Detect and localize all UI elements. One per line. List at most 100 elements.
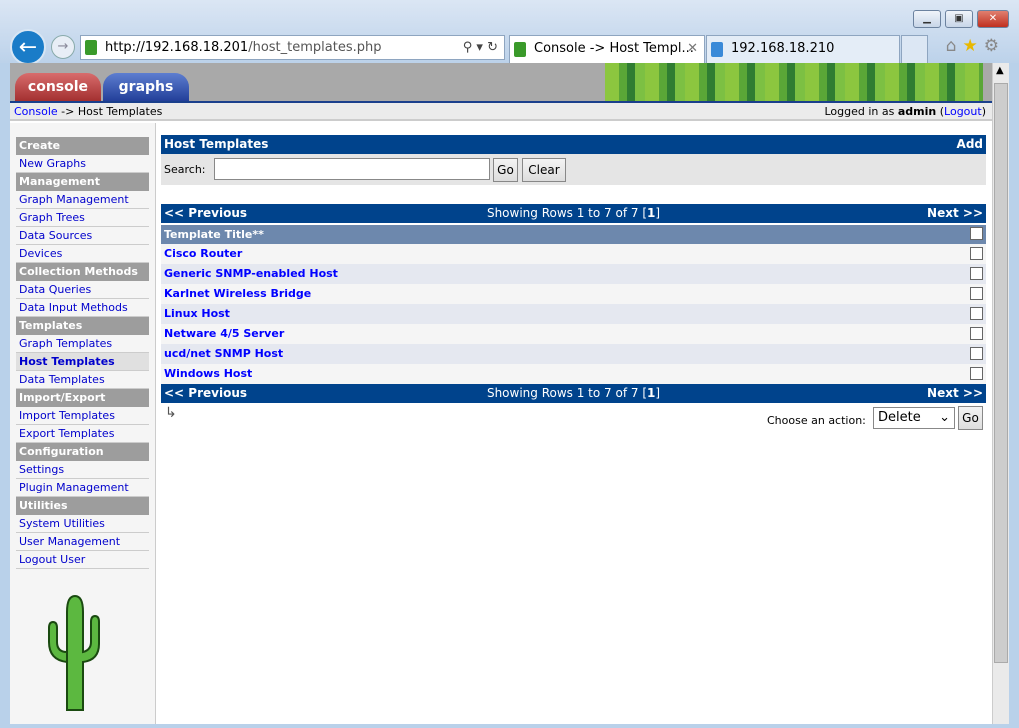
sidebar-header-templates: Templates (16, 317, 149, 335)
url-path: /host_templates.php (248, 40, 382, 55)
arrow-down-right-icon: ↳ (165, 405, 177, 421)
search-input[interactable] (214, 158, 490, 180)
row-checkbox[interactable] (970, 347, 983, 360)
breadcrumb-console-link[interactable]: Console (14, 105, 58, 118)
select-all-checkbox[interactable] (970, 227, 983, 240)
toolbar-icons[interactable]: ⌂★⚙ (946, 36, 1005, 56)
back-button[interactable]: ← (10, 29, 46, 65)
vertical-scrollbar[interactable]: ▲ (992, 63, 1009, 724)
sidebar-item-user-management[interactable]: User Management (16, 533, 149, 551)
row-checkbox[interactable] (970, 287, 983, 300)
sidebar-item-graph-management[interactable]: Graph Management (16, 191, 149, 209)
forward-button[interactable]: → (51, 35, 75, 59)
table-row: Generic SNMP-enabled Host (161, 264, 986, 284)
favicon-icon (711, 42, 723, 57)
page: console graphs Console -> Host Templates… (10, 63, 992, 724)
scrollbar-thumb[interactable] (994, 83, 1008, 663)
sidebar-item-host-templates[interactable]: Host Templates (16, 353, 149, 371)
favorites-star-icon[interactable]: ★ (963, 36, 984, 56)
next-link[interactable]: Next >> (927, 204, 983, 223)
clear-button[interactable]: Clear (522, 158, 566, 182)
action-value: Delete (878, 410, 921, 425)
sidebar-item-data-templates[interactable]: Data Templates (16, 371, 149, 389)
breadcrumb-current: Host Templates (77, 105, 163, 118)
login-status: Logged in as admin (Logout) (824, 105, 986, 118)
row-checkbox[interactable] (970, 327, 983, 340)
close-window-button[interactable]: ✕ (977, 10, 1009, 28)
url-host: http://192.168.18.201 (105, 40, 249, 55)
sidebar: Create New Graphs Management Graph Manageme… (10, 123, 156, 724)
banner: console graphs (10, 63, 992, 101)
action-go-button[interactable]: Go (958, 406, 983, 430)
address-bar[interactable]: http://192.168.18.201/host_templates.php… (80, 35, 505, 60)
next-link[interactable]: Next >> (927, 384, 983, 403)
row-checkbox[interactable] (970, 367, 983, 380)
home-icon[interactable]: ⌂ (946, 36, 963, 56)
favicon-icon (514, 42, 526, 57)
table-row: Cisco Router (161, 244, 986, 264)
pagination-top: Showing Rows 1 to 7 of 7 [1] << Previous N… (161, 204, 986, 223)
row-checkbox[interactable] (970, 267, 983, 280)
sidebar-item-data-queries[interactable]: Data Queries (16, 281, 149, 299)
sidebar-item-system-utilities[interactable]: System Utilities (16, 515, 149, 533)
column-template-title[interactable]: Template Title** (164, 228, 264, 241)
cactus-banner-image (605, 63, 983, 101)
template-link[interactable]: Cisco Router (164, 247, 242, 260)
template-link[interactable]: Netware 4/5 Server (164, 327, 284, 340)
sidebar-item-data-input-methods[interactable]: Data Input Methods (16, 299, 149, 317)
template-link[interactable]: Generic SNMP-enabled Host (164, 267, 338, 280)
sidebar-item-settings[interactable]: Settings (16, 461, 149, 479)
sidebar-item-export-templates[interactable]: Export Templates (16, 425, 149, 443)
search-refresh-icons[interactable]: ⚲ ▾ ↻ (463, 36, 498, 59)
logout-link[interactable]: Logout (944, 105, 982, 118)
console-tab[interactable]: console (15, 73, 101, 101)
action-select[interactable]: Delete ⌄ (873, 407, 955, 429)
sidebar-header-utilities: Utilities (16, 497, 149, 515)
showing-rows: Showing Rows 1 to 7 of 7 [1] (486, 206, 661, 220)
template-link[interactable]: Windows Host (164, 367, 252, 380)
title-bar: Host Templates Add (161, 135, 986, 154)
table-row: Karlnet Wireless Bridge (161, 284, 986, 304)
maximize-button[interactable]: ▣ (945, 10, 973, 28)
search-label: Search: (164, 163, 206, 176)
table-row: ucd/net SNMP Host (161, 344, 986, 364)
browser-chrome: ▁ ▣ ✕ ← → http://192.168.18.201/host_tem… (0, 0, 1019, 65)
add-link[interactable]: Add (957, 135, 983, 154)
sidebar-item-logout-user[interactable]: Logout User (16, 551, 149, 569)
tab-title: Console -> Host Templ... (534, 41, 694, 56)
sidebar-item-graph-trees[interactable]: Graph Trees (16, 209, 149, 227)
showing-rows: Showing Rows 1 to 7 of 7 [1] (486, 386, 661, 400)
sidebar-item-plugin-management[interactable]: Plugin Management (16, 479, 149, 497)
sidebar-item-new-graphs[interactable]: New Graphs (16, 155, 149, 173)
sidebar-item-graph-templates[interactable]: Graph Templates (16, 335, 149, 353)
tab-console[interactable]: Console -> Host Templ... ✕ (509, 35, 705, 63)
search-go-button[interactable]: Go (493, 158, 518, 182)
sidebar-item-data-sources[interactable]: Data Sources (16, 227, 149, 245)
template-link[interactable]: ucd/net SNMP Host (164, 347, 283, 360)
gear-icon[interactable]: ⚙ (984, 36, 1005, 56)
login-prefix: Logged in as (824, 105, 898, 118)
sidebar-item-devices[interactable]: Devices (16, 245, 149, 263)
table-row: Linux Host (161, 304, 986, 324)
previous-link[interactable]: << Previous (164, 206, 247, 220)
new-tab-button[interactable] (901, 35, 928, 63)
breadcrumb: Console -> Host Templates Logged in as a… (10, 103, 992, 121)
minimize-button[interactable]: ▁ (913, 10, 941, 28)
tab-second[interactable]: 192.168.18.210 (706, 35, 900, 63)
sidebar-item-import-templates[interactable]: Import Templates (16, 407, 149, 425)
template-link[interactable]: Linux Host (164, 307, 230, 320)
breadcrumb-sep: -> (57, 105, 78, 118)
sidebar-header-import-export: Import/Export (16, 389, 149, 407)
sidebar-header-configuration: Configuration (16, 443, 149, 461)
row-checkbox[interactable] (970, 247, 983, 260)
template-link[interactable]: Karlnet Wireless Bridge (164, 287, 311, 300)
table-row: Windows Host (161, 364, 986, 384)
row-checkbox[interactable] (970, 307, 983, 320)
close-tab-icon[interactable]: ✕ (687, 36, 698, 62)
cactus-logo (48, 594, 100, 711)
pagination-bottom: Showing Rows 1 to 7 of 7 [1] << Previous N… (161, 384, 986, 403)
scroll-up-icon[interactable]: ▲ (996, 65, 1004, 76)
graphs-tab[interactable]: graphs (103, 73, 189, 101)
table-row: Netware 4/5 Server (161, 324, 986, 344)
previous-link[interactable]: << Previous (164, 386, 247, 400)
